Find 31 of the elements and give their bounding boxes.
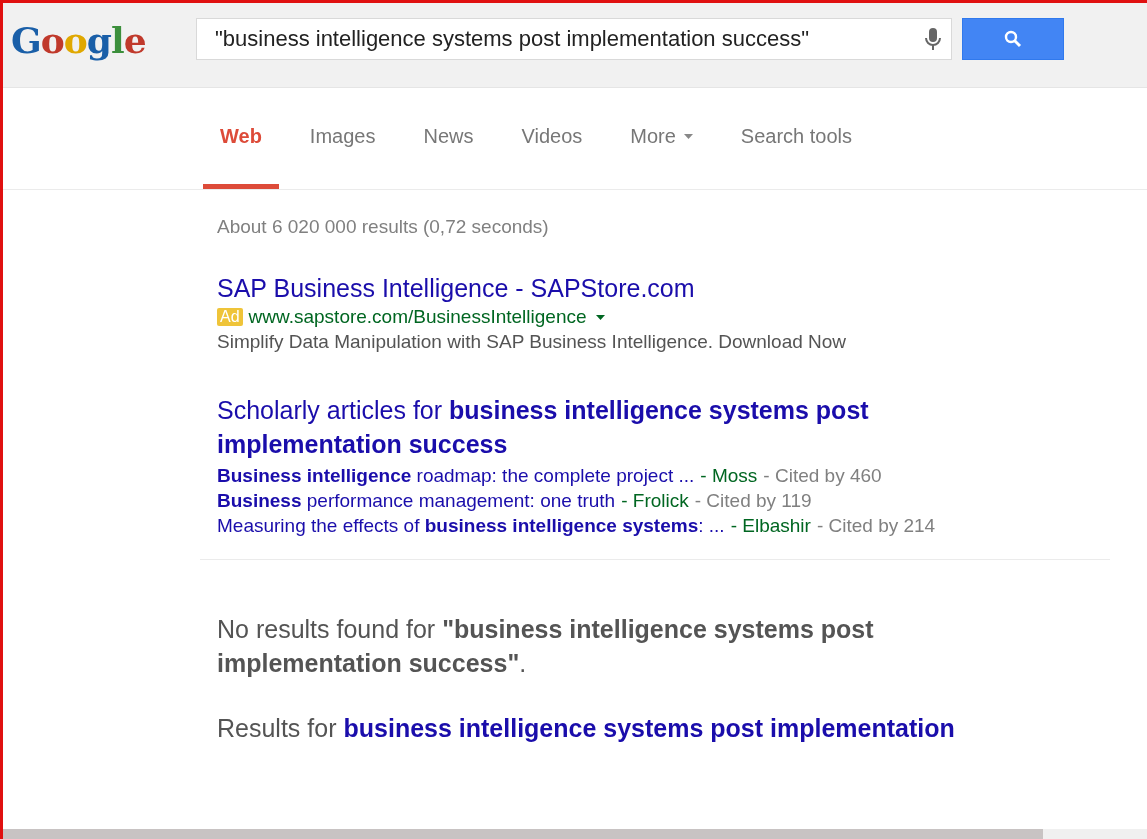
search-icon (1004, 30, 1022, 48)
result-title-link[interactable]: SAP Business Intelligence - SAPStore.com (217, 274, 1147, 303)
logo[interactable]: Google (11, 18, 196, 62)
query-link[interactable]: business intelligence systems post implementation (343, 714, 955, 742)
article-link[interactable]: Measuring the effects of business intelligence systems: ... (217, 515, 725, 536)
ad-badge: Ad (217, 308, 243, 326)
caret-icon[interactable] (595, 314, 605, 320)
cited-by-link[interactable]: - Cited by 460 (763, 465, 882, 486)
microphone-icon[interactable] (925, 27, 941, 51)
result-description: Simplify Data Manipulation with SAP Business Intelligence. Download Now (217, 331, 848, 353)
tab[interactable]: Web (203, 88, 279, 189)
tab[interactable]: News (406, 88, 491, 189)
result-url: www.sapstore.com/BusinessIntelligence (248, 306, 587, 328)
tab[interactable]: More (613, 88, 710, 189)
cited-by-link[interactable]: - Cited by 119 (694, 490, 812, 511)
author-name: - Frolick (621, 490, 689, 511)
tab[interactable]: Videos (504, 88, 600, 189)
results-for-label: Results for (217, 714, 337, 742)
cited-by-link[interactable]: - Cited by 214 (816, 515, 936, 536)
caret-icon (683, 133, 693, 139)
author-name: - Elbashir (730, 515, 811, 536)
search-field[interactable]: "business intelligence systems post implementation success" (196, 18, 952, 60)
scholarly-heading-link[interactable]: Scholarly articles for business intelligence systems post implementation success (217, 393, 1057, 461)
article-link[interactable]: Business performance management: one truth (217, 490, 616, 511)
author-name: - Moss (700, 465, 758, 486)
article-link[interactable]: Business intelligence roadmap: the complete project ... (217, 465, 695, 486)
tab[interactable]: Search tools (723, 88, 869, 189)
tab[interactable]: Images (292, 88, 393, 189)
result-stats: About 6 020 000 results (0,72 seconds) (217, 216, 550, 238)
search-button[interactable] (962, 18, 1064, 60)
no-results-message: No results found for "business intelligence systems post implementation success". (217, 614, 875, 679)
